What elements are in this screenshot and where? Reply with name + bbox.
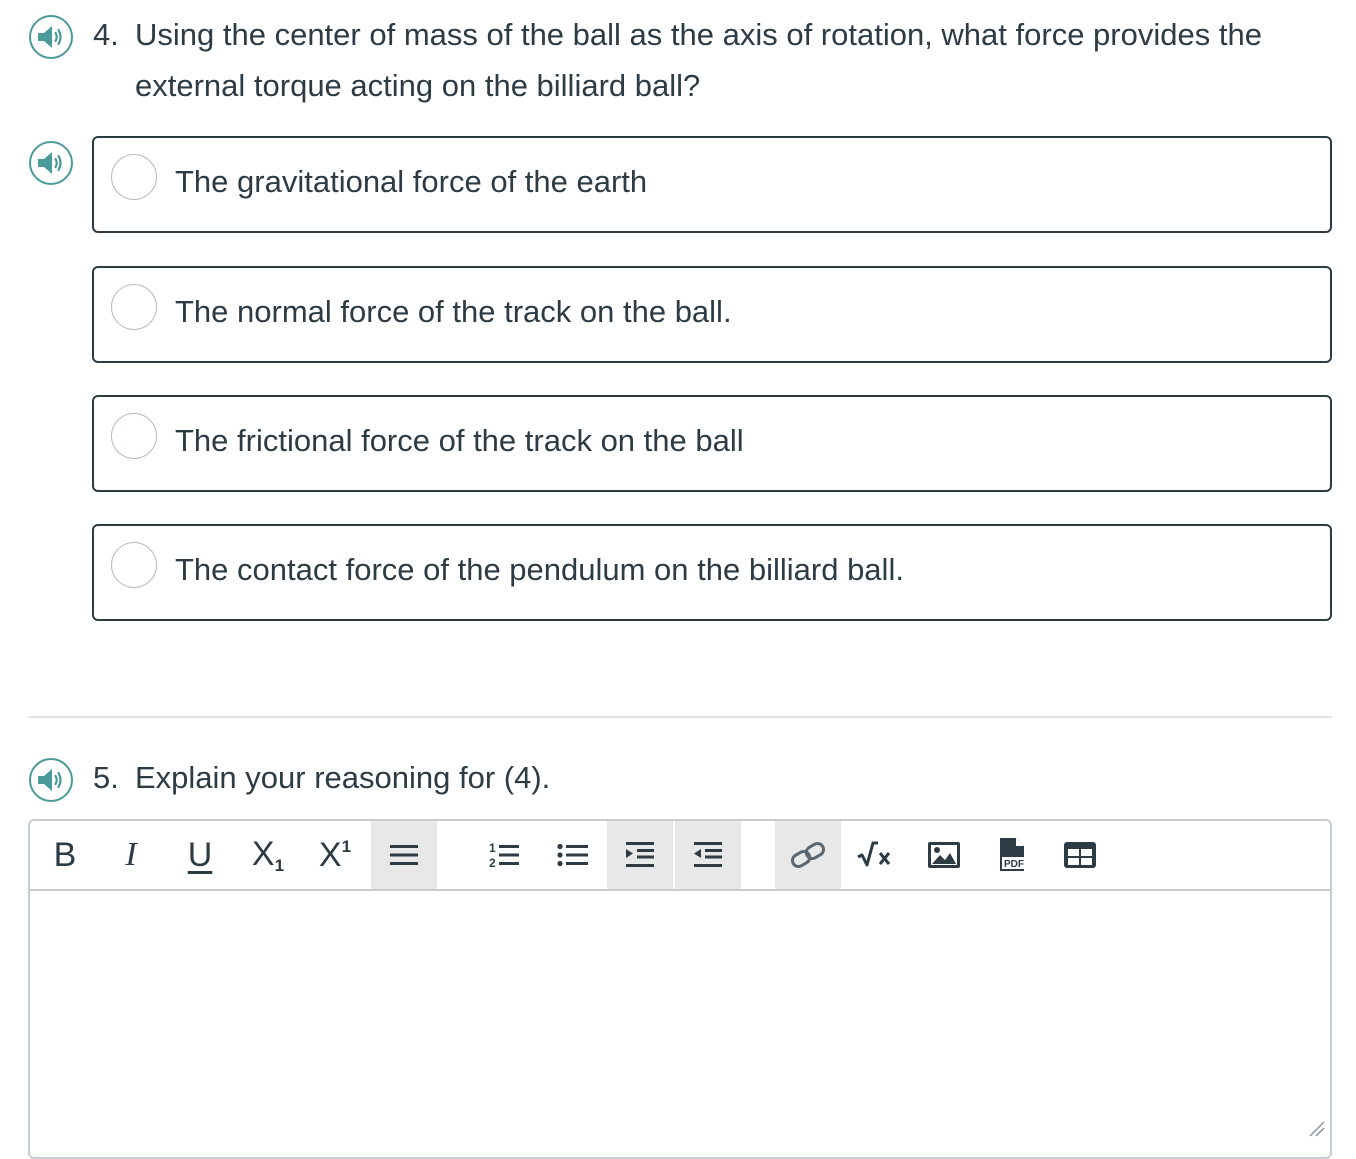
answer-option-label: The normal force of the track on the bal… [175, 294, 732, 329]
subscript-label: X1 [252, 835, 284, 876]
ordered-list-digit-1: 1 [489, 841, 496, 855]
pdf-document-icon: PDF [1000, 838, 1028, 871]
speaker-icon-question-4[interactable] [29, 15, 73, 59]
ordered-list-icon: 1 2 [489, 841, 519, 870]
speaker-icon-options[interactable] [29, 141, 73, 185]
answer-option-3[interactable]: The frictional force of the track on the… [92, 395, 1332, 492]
answer-option-1[interactable]: The gravitational force of the earth [92, 136, 1332, 233]
answer-text-area[interactable] [30, 891, 1330, 1151]
answer-option-label: The contact force of the pendulum on the… [175, 552, 904, 587]
speaker-glyph [38, 769, 62, 791]
table-icon [1064, 842, 1096, 868]
question-4-text-line-2: external torque acting on the billiard b… [135, 68, 701, 103]
radio-button[interactable] [111, 154, 157, 200]
superscript-label: X1 [319, 836, 351, 875]
indent-icon [626, 842, 654, 867]
answer-option-label: The gravitational force of the earth [175, 164, 648, 199]
align-menu-button[interactable] [371, 821, 437, 889]
link-button[interactable] [775, 821, 841, 889]
superscript-base: X [318, 835, 342, 874]
answer-option-4[interactable]: The contact force of the pendulum on the… [92, 524, 1332, 621]
bullet-list-button[interactable] [540, 821, 606, 889]
outdent-icon [694, 842, 722, 867]
bold-button[interactable]: B [32, 821, 98, 889]
question-5-number: 5. [93, 760, 119, 795]
rich-text-editor: B I U X1 X1 1 2 PDF [28, 819, 1332, 1159]
math-equation-icon [857, 841, 891, 867]
speaker-icon-question-5[interactable] [29, 758, 73, 802]
image-icon [928, 842, 960, 868]
radio-button[interactable] [111, 413, 157, 459]
align-menu-icon [390, 845, 418, 865]
ordered-list-button[interactable]: 1 2 [471, 821, 537, 889]
speaker-glyph [38, 26, 62, 48]
superscript-button[interactable]: X1 [302, 821, 368, 889]
insert-document-button[interactable]: PDF [979, 821, 1045, 889]
italic-label: I [125, 836, 137, 873]
superscript-mark: 1 [341, 836, 352, 856]
speaker-glyph [38, 152, 62, 174]
bullet-list-icon [557, 843, 588, 867]
indent-button[interactable] [607, 821, 673, 889]
link-icon [790, 842, 826, 868]
insert-image-button[interactable] [911, 821, 977, 889]
underline-label: U [187, 835, 213, 874]
question-4-text-line-1: Using the center of mass of the ball as … [135, 17, 1262, 52]
answer-option-label: The frictional force of the track on the… [175, 423, 744, 458]
question-4-number: 4. [93, 17, 119, 52]
ordered-list-digit-2: 2 [489, 856, 496, 870]
answer-option-2[interactable]: The normal force of the track on the bal… [92, 266, 1332, 363]
radio-button[interactable] [111, 542, 157, 588]
subscript-mark: 1 [274, 855, 285, 875]
section-divider [28, 716, 1332, 718]
subscript-base: X [251, 834, 275, 873]
radio-button[interactable] [111, 284, 157, 330]
italic-button[interactable]: I [98, 821, 164, 889]
question-5-text: Explain your reasoning for (4). [135, 760, 551, 795]
resize-handle-icon [1309, 1121, 1325, 1137]
insert-table-button[interactable] [1047, 821, 1113, 889]
resize-handle[interactable] [1308, 1120, 1326, 1143]
pdf-label: PDF [1004, 859, 1024, 870]
underline-button[interactable]: U [167, 821, 233, 889]
bold-label: B [53, 835, 77, 874]
math-equation-button[interactable] [843, 821, 909, 889]
outdent-button[interactable] [675, 821, 741, 889]
editor-toolbar: B I U X1 X1 1 2 PDF [30, 821, 1330, 891]
subscript-button[interactable]: X1 [235, 821, 301, 889]
